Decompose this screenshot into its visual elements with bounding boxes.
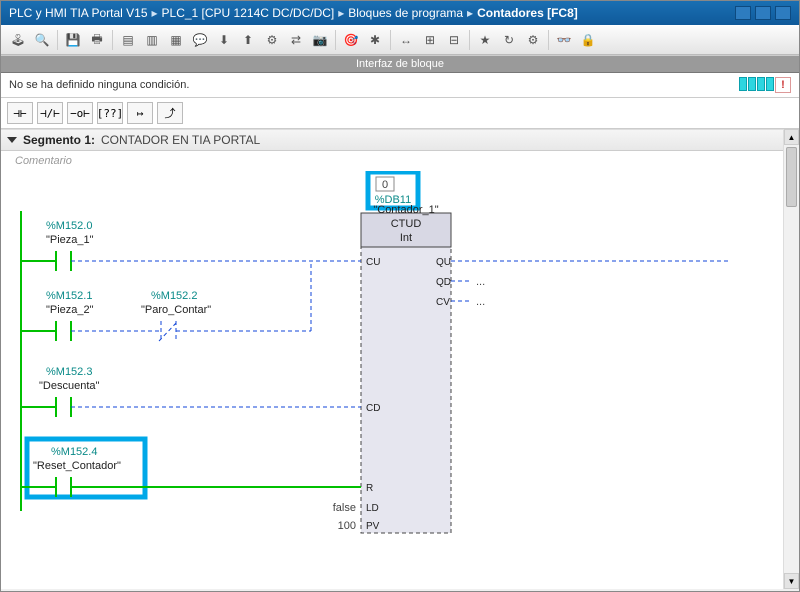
tool-goto-icon[interactable]: 🎯 [340, 29, 362, 51]
tool-compile-icon[interactable]: ⚙ [261, 29, 283, 51]
insert-nc-contact[interactable]: ⊣/⊢ [37, 102, 63, 124]
counter-type: CTUD [391, 218, 422, 230]
tool-download-icon[interactable]: ⬇ [213, 29, 235, 51]
r4-addr[interactable]: %M152.4 [51, 446, 97, 458]
scroll-thumb[interactable] [786, 147, 797, 207]
minimize-button[interactable] [735, 6, 751, 20]
restore-button[interactable] [755, 6, 771, 20]
tool-zoomfit-icon[interactable]: ↔ [395, 29, 417, 51]
segment-number: Segmento 1: [23, 133, 95, 147]
ld-value[interactable]: false [333, 502, 356, 514]
r2a-name[interactable]: "Pieza_2" [46, 304, 94, 316]
counter-live-value: 0 [382, 179, 388, 191]
ladder-network[interactable]: CTUD Int 0 %DB11 "Contador_1" CU CD R LD… [11, 171, 789, 571]
open-branch[interactable]: ↦ [127, 102, 153, 124]
tool-expand-icon[interactable]: ⊞ [419, 29, 441, 51]
r1-name[interactable]: "Pieza_1" [46, 234, 94, 246]
crumb-block[interactable]: Contadores [FC8] [477, 6, 578, 20]
pin-qd: QD [436, 277, 451, 288]
r2a-addr[interactable]: %M152.1 [46, 290, 92, 302]
qd-placeholder[interactable]: ... [476, 276, 485, 288]
tool-list-view-icon[interactable]: ▥ [141, 29, 163, 51]
tool-collapse-icon[interactable]: ⊟ [443, 29, 465, 51]
r2b-addr[interactable]: %M152.2 [151, 290, 197, 302]
crumb-sep: ▸ [152, 6, 158, 20]
close-button[interactable] [775, 6, 791, 20]
segment-collapse-icon[interactable] [7, 137, 17, 143]
crumb-project[interactable]: PLC y HMI TIA Portal V15 [9, 6, 148, 20]
pin-cu: CU [366, 257, 380, 268]
insert-no-contact[interactable]: ⊣⊢ [7, 102, 33, 124]
tool-go-online-icon[interactable]: 🕹 [7, 29, 29, 51]
tool-refresh-icon[interactable]: ↻ [498, 29, 520, 51]
pin-ld: LD [366, 503, 379, 514]
counter-instance[interactable]: "Contador_1" [373, 204, 438, 216]
pv-value[interactable]: 100 [338, 520, 356, 532]
cv-placeholder[interactable]: ... [476, 296, 485, 308]
tool-snapshot-icon[interactable]: 📷 [309, 29, 331, 51]
status-led-group: ! [739, 77, 791, 93]
tool-lock-icon[interactable]: 🔒 [577, 29, 599, 51]
r3-name[interactable]: "Descuenta" [39, 380, 99, 392]
led-icon [766, 77, 774, 91]
led-icon [739, 77, 747, 91]
tool-compare-icon[interactable]: ⇄ [285, 29, 307, 51]
window-buttons [735, 6, 791, 20]
ladder-element-toolbar: ⊣⊢ ⊣/⊢ −o⊢ [??] ↦ ⤴ [1, 98, 799, 129]
pin-pv: PV [366, 521, 380, 532]
pin-r: R [366, 483, 373, 494]
r2b-name[interactable]: "Paro_Contar" [141, 304, 211, 316]
tool-glasses-icon[interactable]: 👓 [553, 29, 575, 51]
led-icon [748, 77, 756, 91]
pin-cd: CD [366, 403, 380, 414]
crumb-plc[interactable]: PLC_1 [CPU 1214C DC/DC/DC] [162, 6, 335, 20]
scroll-up-icon[interactable]: ▲ [784, 129, 799, 145]
tool-print-icon[interactable]: 🖶 [86, 29, 108, 51]
segment-title[interactable]: CONTADOR EN TIA PORTAL [101, 133, 260, 147]
tool-crossref-icon[interactable]: ✱ [364, 29, 386, 51]
insert-empty-box[interactable]: [??] [97, 102, 123, 124]
tool-absolute-icon[interactable]: ▦ [165, 29, 187, 51]
led-icon [757, 77, 765, 91]
tool-comment-icon[interactable]: 💬 [189, 29, 211, 51]
crumb-sep: ▸ [338, 6, 344, 20]
r4-name[interactable]: "Reset_Contador" [33, 460, 121, 472]
condition-bar: No se ha definido ninguna condición. ! [1, 73, 799, 98]
condition-text: No se ha definido ninguna condición. [9, 79, 189, 91]
insert-coil[interactable]: −o⊢ [67, 102, 93, 124]
tool-favorite-icon[interactable]: ★ [474, 29, 496, 51]
block-interface-label: Interfaz de bloque [356, 58, 444, 70]
breadcrumb: PLC y HMI TIA Portal V15 ▸ PLC_1 [CPU 12… [9, 6, 578, 20]
crumb-folder[interactable]: Bloques de programa [348, 6, 463, 20]
crumb-sep: ▸ [467, 6, 473, 20]
tool-settings-icon[interactable]: ⚙ [522, 29, 544, 51]
block-interface-bar[interactable]: Interfaz de bloque [1, 55, 799, 73]
tool-upload-icon[interactable]: ⬆ [237, 29, 259, 51]
r1-addr[interactable]: %M152.0 [46, 220, 92, 232]
title-bar: PLC y HMI TIA Portal V15 ▸ PLC_1 [CPU 12… [1, 1, 799, 25]
toolbar: 🕹 🔍 💾 🖶 ▤ ▥ ▦ 💬 ⬇ ⬆ ⚙ ⇄ 📷 🎯 ✱ ↔ ⊞ ⊟ ★ ↻ … [1, 25, 799, 55]
scroll-down-icon[interactable]: ▼ [784, 573, 799, 589]
pin-cv: CV [436, 297, 450, 308]
tool-save-icon[interactable]: 💾 [62, 29, 84, 51]
segment-header[interactable]: Segmento 1: CONTADOR EN TIA PORTAL [1, 129, 799, 151]
segment-comment[interactable]: Comentario [1, 151, 799, 171]
vertical-scrollbar[interactable]: ▲ ▼ [783, 129, 799, 589]
tool-monitor-icon[interactable]: 🔍 [31, 29, 53, 51]
pin-qu: QU [436, 257, 451, 268]
counter-subtype: Int [400, 232, 412, 244]
tool-network-view-icon[interactable]: ▤ [117, 29, 139, 51]
close-branch[interactable]: ⤴ [157, 102, 183, 124]
r3-addr[interactable]: %M152.3 [46, 366, 92, 378]
warning-badge-icon[interactable]: ! [775, 77, 791, 93]
program-editor: Segmento 1: CONTADOR EN TIA PORTAL Comen… [1, 129, 799, 589]
